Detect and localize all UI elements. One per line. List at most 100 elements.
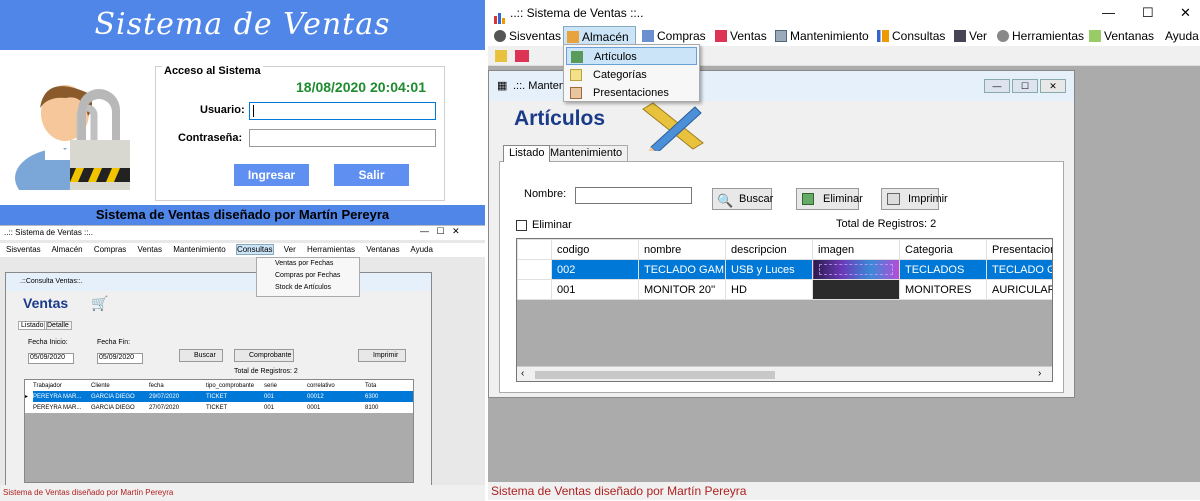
menu-ventanas[interactable]: Ventanas	[1089, 28, 1154, 45]
articles-grid[interactable]: codigo nombre descripcion imagen Categor…	[516, 238, 1053, 382]
table-row[interactable]: 002 TECLADO GAMER USB y Luces TECLADOS T…	[517, 259, 1052, 280]
cell-descripcion: HD	[725, 279, 813, 300]
menu-ver[interactable]: Ver	[954, 28, 987, 45]
small-col-header[interactable]: Cliente	[91, 380, 149, 391]
delete-checkbox-label: Eliminar	[532, 219, 572, 231]
menu-herramientas[interactable]: Herramientas	[997, 28, 1084, 45]
scroll-thumb[interactable]	[535, 371, 775, 379]
small-table-row[interactable]: PEREYRA MAR... GARCIA DIEGO 27/07/2020 T…	[25, 402, 413, 413]
delete-button[interactable]: Eliminar	[796, 188, 863, 210]
password-input[interactable]	[249, 129, 436, 147]
name-search-input[interactable]	[575, 187, 692, 204]
small-menu-compras[interactable]: Compras	[94, 245, 126, 254]
col-header-categoria[interactable]: Categoria	[899, 239, 987, 260]
close-button[interactable]: ✕	[1180, 0, 1191, 26]
col-header-nombre[interactable]: nombre	[638, 239, 726, 260]
small-voucher-button[interactable]: Comprobante	[234, 349, 294, 362]
small-tab-listado[interactable]: Listado	[18, 321, 47, 330]
small-menu-herramientas[interactable]: Herramientas	[307, 245, 355, 254]
cell-nombre: TECLADO GAMER	[638, 259, 726, 280]
user-input[interactable]	[249, 102, 436, 120]
dropdown-label: Artículos	[594, 51, 637, 63]
scroll-left-icon[interactable]: ‹	[521, 368, 524, 379]
cell-categoria: MONITORES	[899, 279, 987, 300]
small-menu-mantenimiento[interactable]: Mantenimiento	[173, 245, 225, 254]
menu-ayuda[interactable]: Ayuda	[1165, 28, 1199, 45]
small-menu-consultas[interactable]: Consultas	[235, 244, 274, 255]
child-minimize-button[interactable]: —	[984, 79, 1010, 93]
toolbar-sales-icon[interactable]	[515, 50, 529, 62]
col-header-codigo[interactable]: codigo	[551, 239, 639, 260]
small-menu-ver[interactable]: Ver	[284, 245, 296, 254]
dropdown-item-presentaciones[interactable]: Presentaciones	[566, 84, 697, 102]
small-menu-ventas[interactable]: Ventas	[138, 245, 162, 254]
small-cell: 0001	[307, 404, 321, 411]
col-header-presentacion[interactable]: Presentacion	[986, 239, 1052, 260]
child-maximize-button[interactable]: ☐	[1012, 79, 1038, 93]
small-tab-detalle[interactable]: Detalle	[44, 321, 72, 330]
child-close-button[interactable]: ✕	[1040, 79, 1066, 93]
small-menu-ayuda[interactable]: Ayuda	[410, 245, 433, 254]
delete-checkbox[interactable]	[516, 220, 527, 231]
scroll-right-icon[interactable]: ›	[1038, 368, 1041, 379]
small-dropdown-item[interactable]: Stock de Artículos	[275, 282, 359, 294]
login-title: Sistema de Ventas	[0, 0, 485, 50]
dropdown-item-articulos[interactable]: Artículos	[566, 47, 697, 65]
small-col-header[interactable]: Trabajador	[33, 380, 91, 391]
small-date-start-label: Fecha Inicio:	[28, 339, 68, 346]
small-menu-almacen[interactable]: Almacén	[51, 245, 82, 254]
tab-mantenimiento[interactable]: Mantenimiento	[544, 145, 629, 162]
menu-compras[interactable]: Compras	[642, 28, 706, 45]
dropdown-item-categorias[interactable]: Categorías	[566, 66, 697, 84]
login-button[interactable]: Ingresar	[234, 164, 309, 186]
tab-listado[interactable]: Listado	[503, 145, 551, 162]
grid-horizontal-scrollbar[interactable]: ‹ ›	[517, 366, 1052, 381]
print-button[interactable]: Imprimir	[881, 188, 948, 210]
name-label: Nombre:	[524, 188, 567, 200]
login-datetime: 18/08/2020 20:04:01	[296, 79, 426, 95]
search-button[interactable]: 🔍 Buscar	[712, 188, 773, 210]
exit-button[interactable]: Salir	[334, 164, 409, 186]
menu-label: Ver	[969, 29, 988, 43]
menu-sisventas[interactable]: Sisventas	[494, 28, 561, 45]
small-dropdown-item[interactable]: Compras por Fechas	[275, 270, 359, 282]
menu-ventas[interactable]: Ventas	[715, 28, 767, 45]
small-table-row[interactable]: ▸ PEREYRA MAR... GARCIA DIEGO 29/07/2020…	[25, 391, 413, 402]
gear-icon	[494, 30, 506, 42]
small-print-button[interactable]: Imprimir	[358, 349, 406, 362]
table-row[interactable]: 001 MONITOR 20'' HD MONITORES AURICULARE	[517, 279, 1052, 300]
small-col-header[interactable]: tipo_comprobante	[206, 380, 264, 391]
small-grid-table: Trabajador Cliente fecha tipo_comprobant…	[25, 380, 413, 413]
small-col-header[interactable]: serie	[264, 380, 307, 391]
toolbar-new-icon[interactable]	[495, 50, 507, 62]
small-cell: TICKET	[206, 393, 228, 400]
menu-almacen[interactable]: Almacén	[563, 26, 636, 46]
minimize-button[interactable]: —	[1102, 0, 1115, 26]
magnifier-icon: 🔍	[717, 193, 734, 208]
listing-tab-panel: Nombre: 🔍 Buscar Eliminar Imprimir Elimin…	[499, 161, 1064, 393]
keyboard-keys-pattern	[819, 264, 893, 275]
small-search-button[interactable]: Buscar	[179, 349, 223, 362]
password-label: Contraseña:	[178, 132, 243, 144]
small-col-header[interactable]: Tota	[365, 380, 413, 391]
small-col-header[interactable]: fecha	[149, 380, 206, 391]
col-header-descripcion[interactable]: descripcion	[725, 239, 813, 260]
small-date-end-picker[interactable]: 05/09/2020	[97, 353, 143, 364]
small-menu-ventanas[interactable]: Ventanas	[366, 245, 399, 254]
small-sales-grid[interactable]: Trabajador Cliente fecha tipo_comprobant…	[24, 379, 414, 483]
small-col-header[interactable]: correlativo	[307, 380, 365, 391]
menu-mantenimiento[interactable]: Mantenimiento	[775, 28, 869, 45]
small-dropdown-item[interactable]: Ventas por Fechas	[275, 258, 359, 270]
small-window-controls[interactable]: — ☐ ✕	[420, 226, 460, 237]
sales-query-screenshot: ..:: Sistema de Ventas ::.. — ☐ ✕ Sisven…	[0, 225, 485, 501]
maximize-button[interactable]: ☐	[1142, 0, 1154, 26]
col-header-imagen[interactable]: imagen	[812, 239, 900, 260]
dropdown-label: Presentaciones	[593, 87, 669, 99]
small-cell: GARCIA DIEGO	[91, 404, 135, 411]
cell-codigo: 002	[551, 259, 639, 280]
small-date-start-picker[interactable]: 05/09/2020	[28, 353, 74, 364]
menu-consultas[interactable]: Consultas	[877, 28, 945, 45]
user-lock-icon	[15, 85, 130, 190]
small-cell: 8100	[365, 404, 379, 411]
small-menu-sisventas[interactable]: Sisventas	[6, 245, 41, 254]
